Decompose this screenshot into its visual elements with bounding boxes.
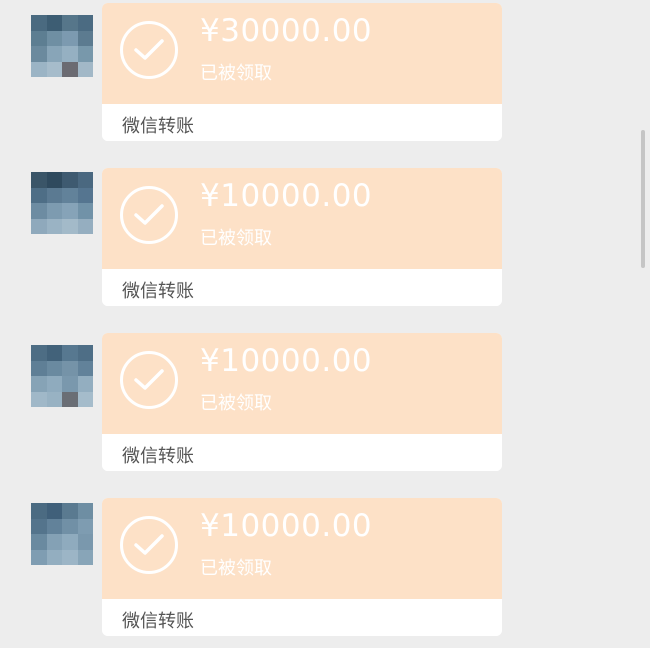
transfer-card-header[interactable]: ¥30000.00 已被领取 bbox=[102, 3, 502, 104]
avatar[interactable] bbox=[31, 15, 93, 77]
transfer-status: 已被领取 bbox=[200, 63, 272, 84]
bubble-tail bbox=[102, 361, 103, 377]
transfer-card-footer: 微信转账 bbox=[102, 599, 502, 636]
transfer-card[interactable]: ¥10000.00 已被领取 微信转账 bbox=[102, 498, 502, 636]
transfer-card-footer: 微信转账 bbox=[102, 434, 502, 471]
transfer-source-label: 微信转账 bbox=[122, 611, 194, 632]
transfer-status: 已被领取 bbox=[200, 558, 272, 579]
avatar[interactable] bbox=[31, 345, 93, 407]
transfer-source-label: 微信转账 bbox=[122, 281, 194, 302]
transfer-status: 已被领取 bbox=[200, 393, 272, 414]
avatar[interactable] bbox=[31, 172, 93, 234]
check-circle-icon bbox=[120, 516, 178, 574]
transfer-card-footer: 微信转账 bbox=[102, 104, 502, 141]
check-circle-icon bbox=[120, 351, 178, 409]
transfer-message: ¥10000.00 已被领取 微信转账 bbox=[0, 168, 650, 308]
scrollbar[interactable] bbox=[641, 130, 645, 268]
check-circle-icon bbox=[120, 186, 178, 244]
transfer-message: ¥10000.00 已被领取 微信转账 bbox=[0, 498, 650, 638]
transfer-card[interactable]: ¥10000.00 已被领取 微信转账 bbox=[102, 333, 502, 471]
transfer-card-header[interactable]: ¥10000.00 已被领取 bbox=[102, 168, 502, 269]
transfer-card-footer: 微信转账 bbox=[102, 269, 502, 306]
avatar[interactable] bbox=[31, 503, 93, 565]
check-circle-icon bbox=[120, 21, 178, 79]
transfer-card-header[interactable]: ¥10000.00 已被领取 bbox=[102, 333, 502, 434]
bubble-tail bbox=[102, 196, 103, 212]
transfer-source-label: 微信转账 bbox=[122, 446, 194, 467]
transfer-message: ¥30000.00 已被领取 微信转账 bbox=[0, 3, 650, 143]
transfer-source-label: 微信转账 bbox=[122, 116, 194, 137]
transfer-amount: ¥10000.00 bbox=[200, 178, 373, 214]
transfer-amount: ¥10000.00 bbox=[200, 508, 373, 544]
transfer-card[interactable]: ¥10000.00 已被领取 微信转账 bbox=[102, 168, 502, 306]
transfer-amount: ¥30000.00 bbox=[200, 13, 373, 49]
bubble-tail bbox=[102, 526, 103, 542]
transfer-message: ¥10000.00 已被领取 微信转账 bbox=[0, 333, 650, 473]
transfer-card-header[interactable]: ¥10000.00 已被领取 bbox=[102, 498, 502, 599]
transfer-card[interactable]: ¥30000.00 已被领取 微信转账 bbox=[102, 3, 502, 141]
transfer-status: 已被领取 bbox=[200, 228, 272, 249]
transfer-amount: ¥10000.00 bbox=[200, 343, 373, 379]
